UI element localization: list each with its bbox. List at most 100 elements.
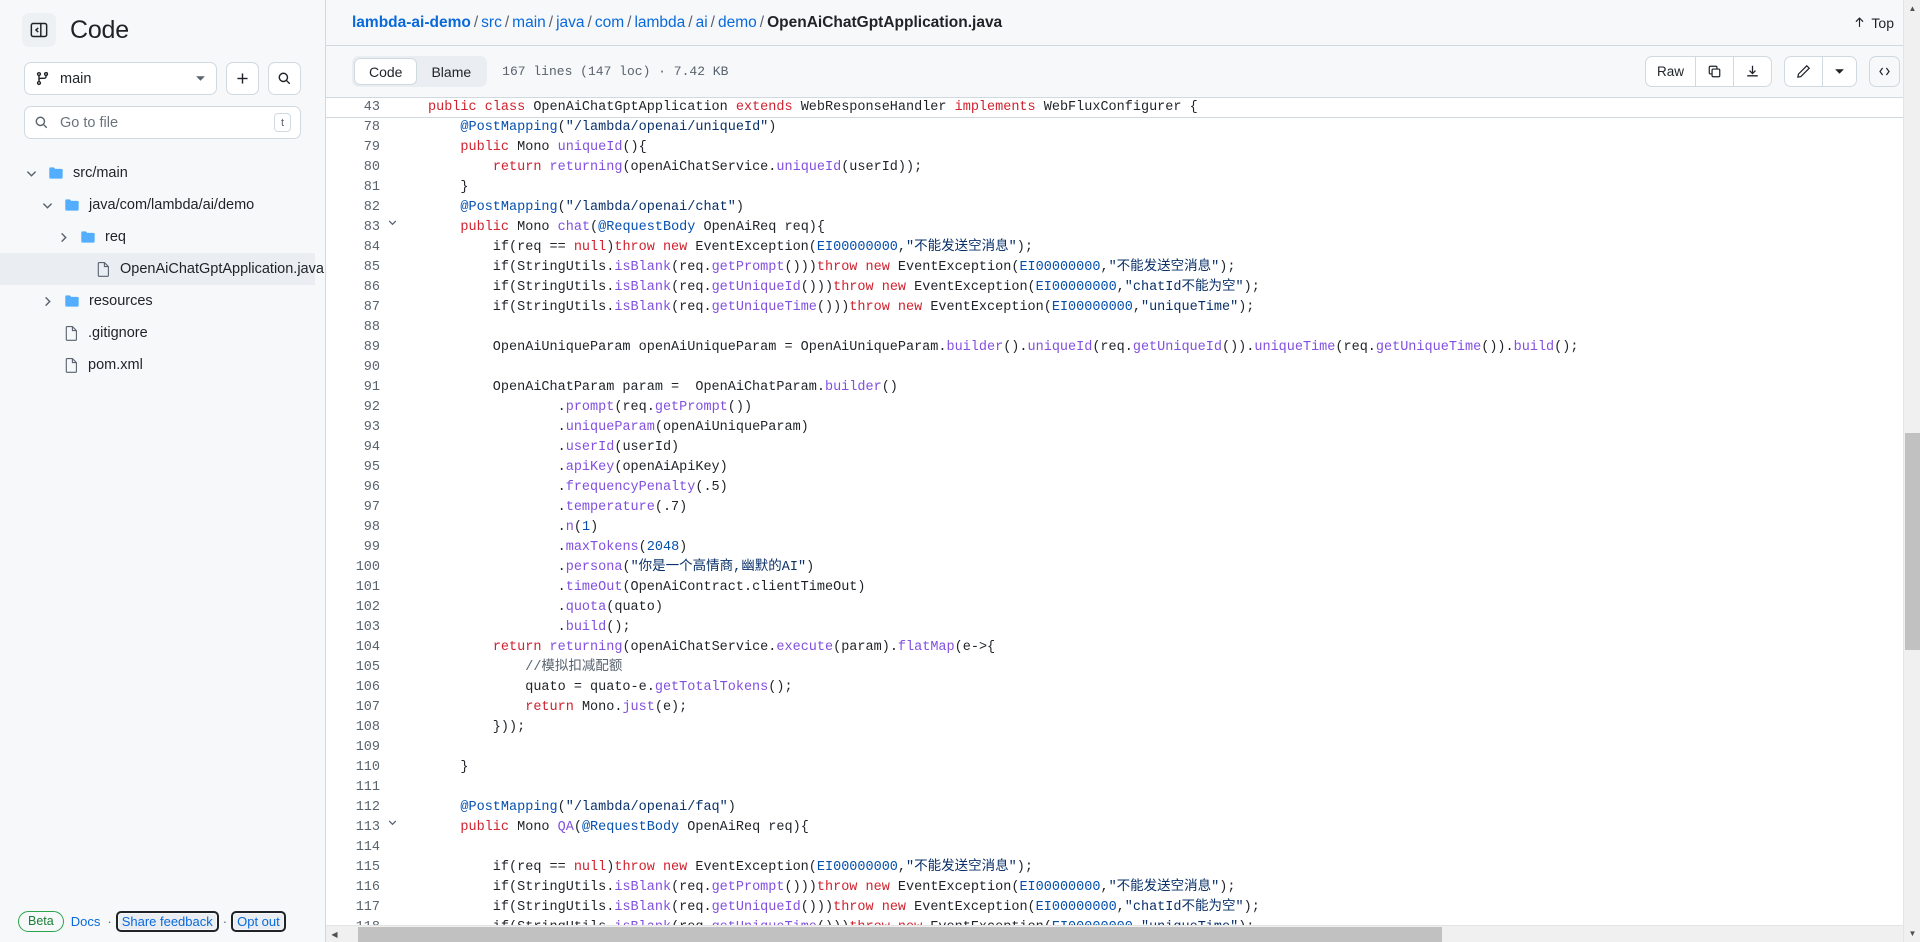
line-number[interactable]: 98 (326, 518, 388, 538)
code-line[interactable]: 101 .timeOut(OpenAiContract.clientTimeOu… (326, 578, 1920, 598)
chevron-right-icon[interactable] (38, 296, 56, 307)
chevron-down-icon[interactable] (22, 168, 40, 179)
copy-icon[interactable] (1696, 57, 1734, 86)
scroll-left-arrow-icon[interactable]: ◀ (326, 926, 343, 942)
line-number[interactable]: 109 (326, 738, 388, 758)
line-number[interactable]: 88 (326, 318, 388, 338)
line-number[interactable]: 112 (326, 798, 388, 818)
line-number[interactable]: 87 (326, 298, 388, 318)
chevron-down-icon[interactable] (38, 200, 56, 211)
code-line[interactable]: 93 .uniqueParam(openAiUniqueParam) (326, 418, 1920, 438)
code-line[interactable]: 116 if(StringUtils.isBlank(req.getPrompt… (326, 878, 1920, 898)
line-number[interactable]: 105 (326, 658, 388, 678)
line-number[interactable]: 114 (326, 838, 388, 858)
code-line[interactable]: 94 .userId(userId) (326, 438, 1920, 458)
share-feedback-link[interactable]: Share feedback (115, 911, 219, 932)
code-line[interactable]: 88 (326, 318, 1920, 338)
code-line[interactable]: 100 .persona("你是一个高情商,幽默的AI") (326, 558, 1920, 578)
back-to-top-link[interactable]: Top (1853, 15, 1902, 31)
code-line[interactable]: 87 if(StringUtils.isBlank(req.getUniqueT… (326, 298, 1920, 318)
breadcrumb-item-6[interactable]: ai (696, 14, 708, 31)
code-line[interactable]: 95 .apiKey(openAiApiKey) (326, 458, 1920, 478)
code-brackets-icon[interactable] (1869, 56, 1900, 87)
opt-out-link[interactable]: Opt out (231, 911, 286, 932)
search-input[interactable] (58, 113, 265, 132)
line-number[interactable]: 115 (326, 858, 388, 878)
code-fold-toggle-icon[interactable] (388, 818, 404, 838)
download-icon[interactable] (1734, 57, 1771, 86)
line-number[interactable]: 95 (326, 458, 388, 478)
code-scroll-area[interactable]: 77 private static Long quato = 500000L;7… (326, 98, 1920, 942)
add-file-button[interactable] (226, 62, 259, 95)
tree-file-6[interactable]: pom.xml (0, 349, 315, 381)
code-line[interactable]: 79 public Mono uniqueId(){ (326, 138, 1920, 158)
raw-button[interactable]: Raw (1646, 57, 1696, 86)
line-number[interactable]: 117 (326, 898, 388, 918)
code-line[interactable]: 106 quato = quato-e.getTotalTokens(); (326, 678, 1920, 698)
vertical-scroll-thumb[interactable] (1905, 433, 1920, 650)
line-number[interactable]: 93 (326, 418, 388, 438)
tree-folder-2[interactable]: req (0, 221, 315, 253)
tab-code[interactable]: Code (354, 58, 418, 85)
code-viewport[interactable]: 43 public class OpenAiChatGptApplication… (326, 98, 1920, 942)
code-line[interactable]: 80 return returning(openAiChatService.un… (326, 158, 1920, 178)
line-number[interactable]: 78 (326, 118, 388, 138)
vertical-scrollbar[interactable]: ▲ ▼ (1903, 0, 1920, 942)
tree-folder-0[interactable]: src/main (0, 157, 315, 189)
go-to-file-search[interactable]: t (24, 106, 301, 139)
line-number[interactable]: 97 (326, 498, 388, 518)
chevron-right-icon[interactable] (54, 232, 72, 243)
code-line[interactable]: 81 } (326, 178, 1920, 198)
breadcrumb-item-4[interactable]: com (595, 14, 624, 31)
breadcrumb-item-1[interactable]: src (481, 14, 502, 31)
line-number[interactable]: 106 (326, 678, 388, 698)
line-number[interactable]: 94 (326, 438, 388, 458)
line-number[interactable]: 81 (326, 178, 388, 198)
breadcrumb-item-5[interactable]: lambda (634, 14, 685, 31)
tree-file-3[interactable]: OpenAiChatGptApplication.java (0, 253, 324, 285)
breadcrumb-item-7[interactable]: demo (718, 14, 757, 31)
code-fold-toggle-icon[interactable] (388, 218, 404, 238)
code-line[interactable]: 98 .n(1) (326, 518, 1920, 538)
code-line[interactable]: 99 .maxTokens(2048) (326, 538, 1920, 558)
code-line[interactable]: 102 .quota(quato) (326, 598, 1920, 618)
line-number[interactable]: 96 (326, 478, 388, 498)
code-line[interactable]: 86 if(StringUtils.isBlank(req.getUniqueI… (326, 278, 1920, 298)
code-line[interactable]: 114 (326, 838, 1920, 858)
pencil-icon[interactable] (1785, 57, 1823, 86)
line-number[interactable]: 91 (326, 378, 388, 398)
breadcrumb-item-3[interactable]: java (556, 14, 584, 31)
line-number[interactable]: 99 (326, 538, 388, 558)
sidebar-collapse-icon[interactable] (22, 13, 56, 47)
line-number[interactable]: 83 (326, 218, 388, 238)
scroll-down-arrow-icon[interactable]: ▼ (1904, 925, 1920, 942)
tree-file-5[interactable]: .gitignore (0, 317, 315, 349)
branch-selector[interactable]: main (24, 62, 217, 95)
code-line[interactable]: 83 public Mono chat(@RequestBody OpenAiR… (326, 218, 1920, 238)
line-number[interactable]: 85 (326, 258, 388, 278)
code-line[interactable]: 85 if(StringUtils.isBlank(req.getPrompt(… (326, 258, 1920, 278)
code-line[interactable]: 89 OpenAiUniqueParam openAiUniqueParam =… (326, 338, 1920, 358)
tree-folder-1[interactable]: java/com/lambda/ai/demo (0, 189, 315, 221)
docs-link[interactable]: Docs (71, 914, 101, 929)
search-button[interactable] (268, 62, 301, 95)
line-number[interactable]: 92 (326, 398, 388, 418)
code-line[interactable]: 97 .temperature(.7) (326, 498, 1920, 518)
line-number[interactable]: 110 (326, 758, 388, 778)
code-line[interactable]: 92 .prompt(req.getPrompt()) (326, 398, 1920, 418)
line-number[interactable]: 113 (326, 818, 388, 838)
line-number[interactable]: 102 (326, 598, 388, 618)
tree-folder-4[interactable]: resources (0, 285, 315, 317)
code-line[interactable]: 108 })); (326, 718, 1920, 738)
line-number[interactable]: 107 (326, 698, 388, 718)
code-line[interactable]: 107 return Mono.just(e); (326, 698, 1920, 718)
edit-dropdown-caret[interactable] (1823, 57, 1856, 86)
line-number[interactable]: 84 (326, 238, 388, 258)
code-line[interactable]: 78 @PostMapping("/lambda/openai/uniqueId… (326, 118, 1920, 138)
line-number[interactable]: 82 (326, 198, 388, 218)
code-line[interactable]: 91 OpenAiChatParam param = OpenAiChatPar… (326, 378, 1920, 398)
line-number[interactable]: 100 (326, 558, 388, 578)
code-line[interactable]: 110 } (326, 758, 1920, 778)
code-line[interactable]: 103 .build(); (326, 618, 1920, 638)
code-line[interactable]: 96 .frequencyPenalty(.5) (326, 478, 1920, 498)
